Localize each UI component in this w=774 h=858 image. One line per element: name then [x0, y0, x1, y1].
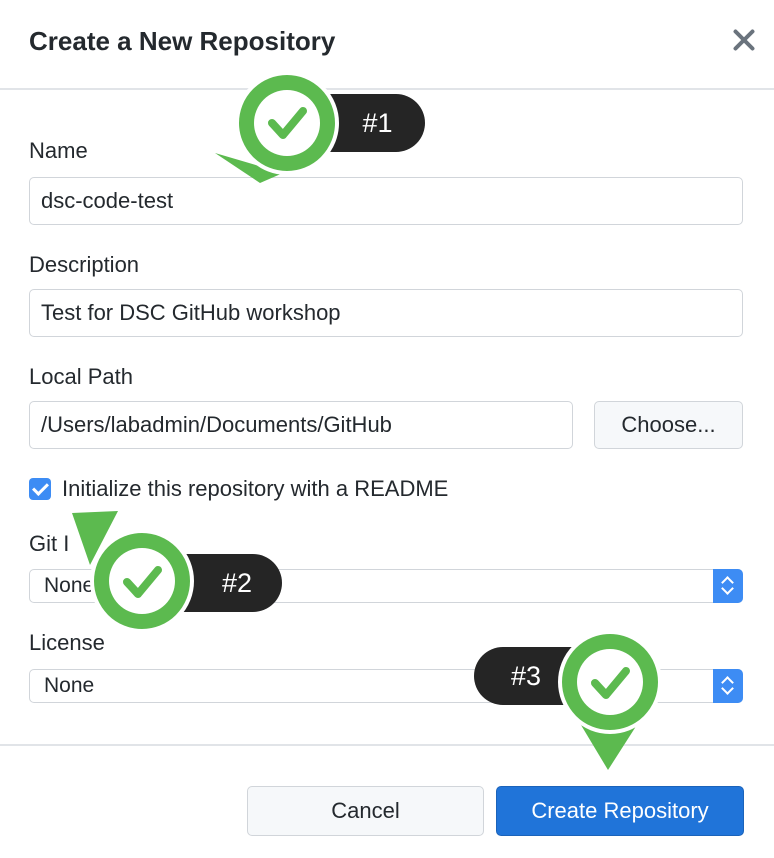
close-icon[interactable] [730, 26, 758, 54]
step-1-check-marker [215, 71, 339, 183]
local-path-input[interactable]: /Users/labadmin/Documents/GitHub [29, 401, 573, 449]
name-input[interactable]: dsc-code-test [29, 177, 743, 225]
name-label: Name [29, 138, 88, 163]
license-select-value: None [44, 674, 95, 697]
dialog-title: Create a New Repository [29, 26, 336, 56]
dialog-header: Create a New Repository [0, 0, 774, 90]
description-input[interactable]: Test for DSC GitHub workshop [29, 289, 743, 337]
select-arrows-icon [713, 669, 743, 703]
readme-checkbox[interactable] [29, 478, 51, 500]
choose-button[interactable]: Choose... [594, 401, 743, 449]
create-repository-button[interactable]: Create Repository [496, 786, 744, 836]
step-3-check-marker [558, 630, 662, 770]
local-path-label: Local Path [29, 364, 133, 389]
cancel-button[interactable]: Cancel [247, 786, 484, 836]
description-label: Description [29, 252, 140, 277]
select-arrows-icon [713, 569, 743, 603]
step-2-check-marker [72, 511, 194, 633]
readme-checkbox-label: Initialize this repository with a README [62, 476, 449, 501]
